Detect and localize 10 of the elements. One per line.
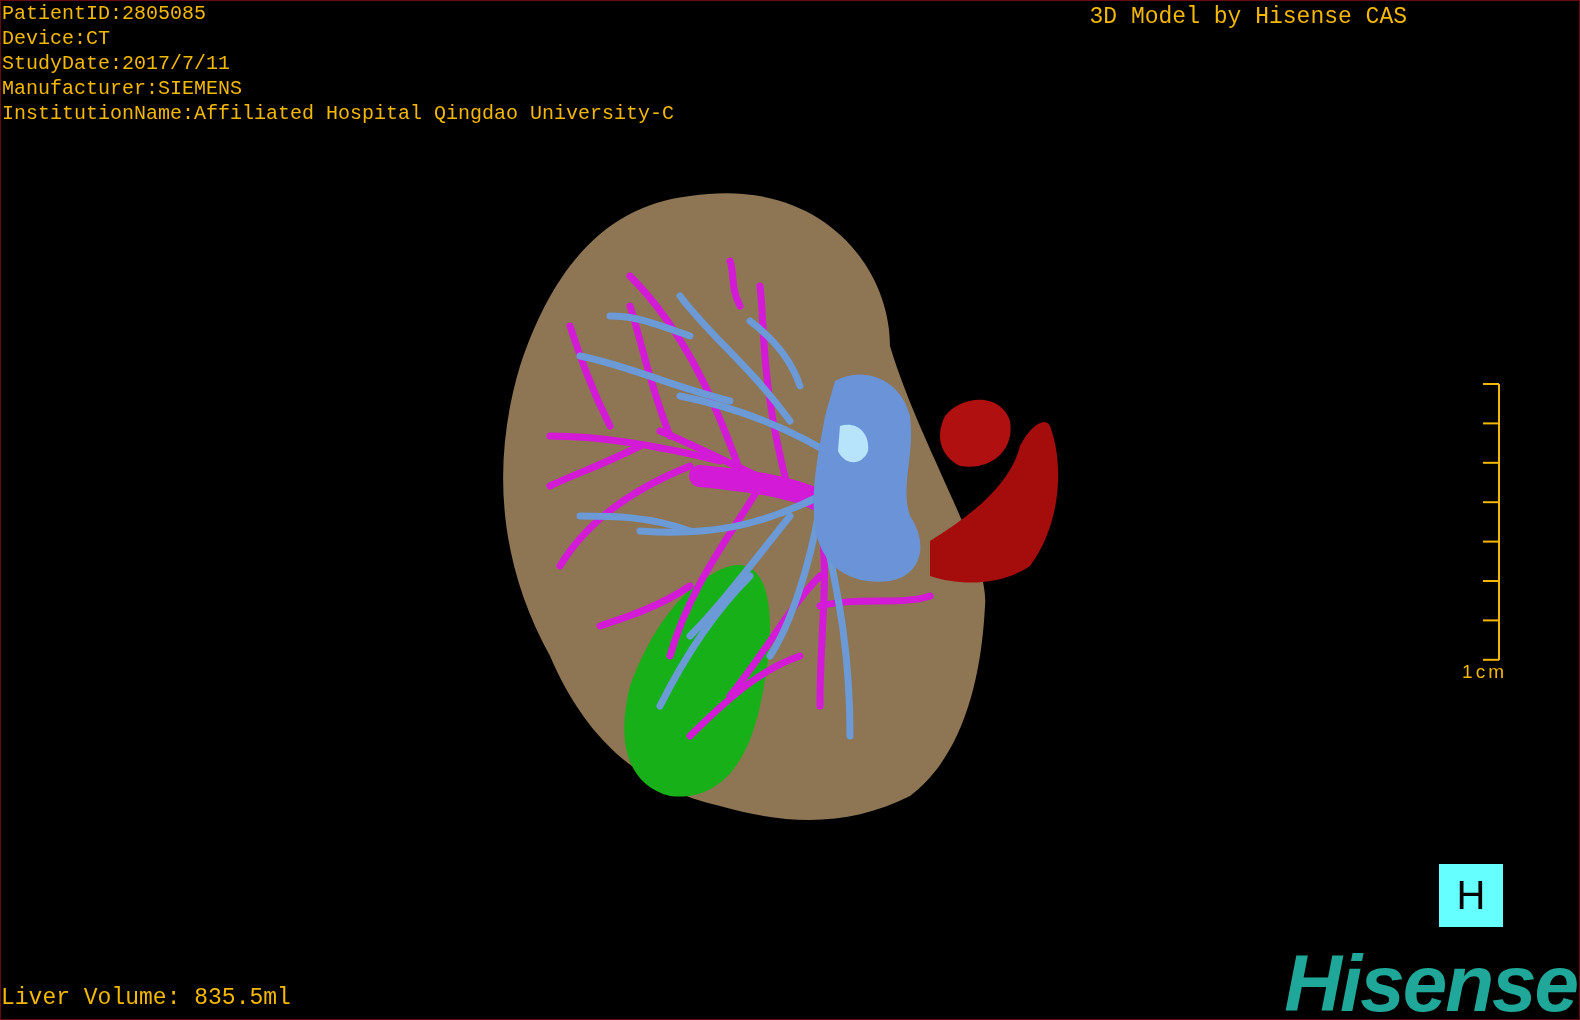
liver-volume-text: Liver Volume: 835.5ml [1, 984, 291, 1013]
patient-info-text: InstitutionName:Affiliated Hospital Qingdao University-C [2, 101, 675, 126]
patient-info-text: StudyDate:2017/7/11 [2, 51, 232, 76]
patient-info-text: PatientID:2805085 [2, 1, 208, 26]
patient-info-text: Manufacturer:SIEMENS [2, 76, 244, 101]
patient-info-text: Device:CT [2, 26, 112, 51]
view-orientation-button[interactable]: H [1439, 864, 1503, 927]
brand-logo: Hisense [1284, 949, 1577, 1019]
scale-label: 1cm [1462, 661, 1507, 683]
viewer-title: 3D Model by Hisense CAS [1089, 3, 1407, 32]
